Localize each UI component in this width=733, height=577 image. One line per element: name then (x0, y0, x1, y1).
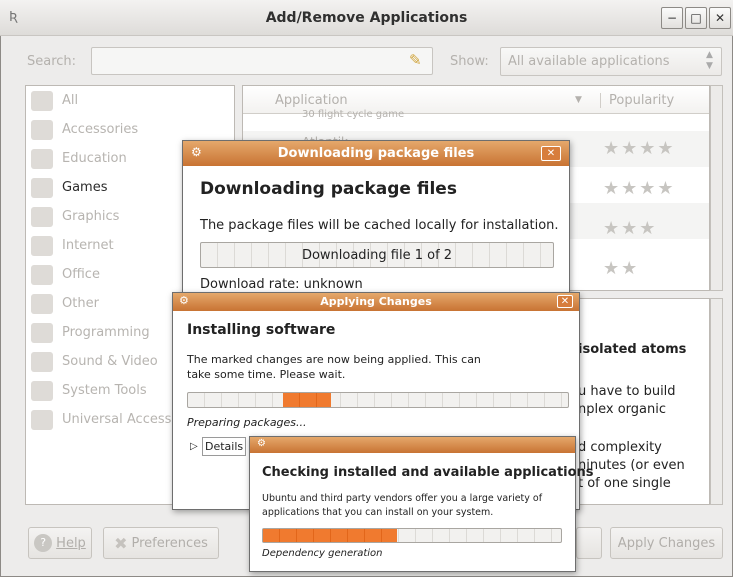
graphics-icon (31, 206, 53, 227)
sound-video-icon (31, 351, 53, 372)
games-icon (31, 177, 53, 198)
download-dialog-title: Downloading package files (277, 146, 475, 161)
category-label: Accessories (62, 122, 139, 137)
description-line: nplex organic (578, 402, 666, 417)
description-scrollbar[interactable] (710, 298, 723, 505)
category-label: Internet (62, 238, 114, 253)
category-label: Sound & Video (62, 354, 158, 369)
programming-icon (31, 322, 53, 343)
dialog-icon: ⚙ (257, 438, 266, 449)
download-message: The package files will be cached locally… (200, 218, 559, 233)
category-label: Programming (62, 325, 150, 340)
apply-progress-bar (187, 392, 569, 408)
minimize-button[interactable]: − (661, 7, 683, 29)
category-label: Other (62, 296, 99, 311)
check-heading: Checking installed and available applica… (262, 465, 594, 480)
details-label: Details (205, 440, 244, 453)
rating-stars: ★★ (603, 258, 640, 279)
apply-dialog-titlebar[interactable]: ⚙ Applying Changes ✕ (173, 293, 579, 311)
show-select[interactable]: All available applications ▲ ▼ (500, 47, 722, 76)
category-label: Office (62, 267, 100, 282)
maximize-button[interactable]: □ (685, 7, 707, 29)
apply-changes-button[interactable]: Apply Changes (610, 527, 723, 559)
sort-arrow-icon: ▼ (575, 95, 582, 105)
cancel-button-partial[interactable] (576, 527, 602, 559)
description-line: ninutes (or even (578, 458, 685, 473)
download-progress-bar: Downloading file 1 of 2 (200, 242, 554, 268)
select-arrows-icon: ▲ ▼ (706, 50, 713, 71)
category-label: All (62, 93, 79, 108)
column-popularity[interactable]: Popularity (600, 93, 674, 108)
help-button[interactable]: ? Help (28, 527, 92, 559)
system-tools-icon (31, 380, 53, 401)
universal-access-icon (31, 409, 53, 430)
help-label: Help (56, 535, 86, 551)
column-application[interactable]: Application (275, 93, 348, 108)
category-item[interactable]: All (31, 86, 211, 115)
help-icon: ? (34, 534, 53, 552)
other-icon (31, 293, 53, 314)
close-button[interactable]: ✕ (709, 7, 731, 29)
internet-icon (31, 235, 53, 256)
download-dialog-titlebar[interactable]: ⚙ Downloading package files ✕ (183, 141, 569, 166)
apply-close-button[interactable]: ✕ (557, 295, 573, 308)
category-label: System Tools (62, 383, 147, 398)
apply-message-line: The marked changes are now being applied… (187, 353, 481, 366)
category-label: Universal Access (62, 412, 172, 427)
preferences-label: Preferences (131, 535, 208, 551)
check-dialog: ⚙ Checking installed and available appli… (249, 436, 594, 572)
apply-heading: Installing software (187, 322, 336, 338)
description-line: u have to build (578, 384, 676, 399)
preferences-button[interactable]: ✖ Preferences (103, 527, 219, 559)
apply-dialog-title: Applying Changes (320, 295, 432, 308)
table-scrollbar[interactable] (710, 85, 723, 291)
show-label: Show: (450, 54, 489, 69)
expander-arrow-icon[interactable]: ▷ (190, 441, 198, 452)
rating-stars: ★★★★ (603, 138, 676, 159)
check-message-line: applications that you can install on you… (262, 507, 494, 518)
category-label: Games (62, 180, 108, 195)
office-icon (31, 264, 53, 285)
window-title: Add/Remove Applications (265, 10, 468, 26)
category-label: Graphics (62, 209, 120, 224)
check-progress-bar (262, 528, 562, 543)
description-line: d complexity (578, 440, 662, 455)
apply-progress-pulse (283, 393, 331, 407)
apply-message-line: take some time. Please wait. (187, 368, 346, 381)
all-icon (31, 90, 53, 111)
table-row-name: 30 flight cycle game (302, 109, 405, 120)
preferences-icon: ✖ (114, 533, 128, 553)
check-status: Dependency generation (262, 548, 383, 559)
download-close-button[interactable]: ✕ (541, 146, 561, 161)
accessories-icon (31, 119, 53, 140)
check-dialog-titlebar[interactable]: ⚙ (250, 437, 575, 453)
download-heading: Downloading package files (200, 179, 457, 199)
download-dialog: ⚙ Downloading package files ✕ Downloadin… (182, 140, 570, 298)
check-progress-fill (263, 529, 397, 542)
apply-changes-label: Apply Changes (617, 535, 716, 551)
description-heading: isolated atoms (578, 342, 687, 357)
clear-search-icon[interactable]: ✎ (409, 51, 422, 69)
search-input[interactable]: ✎ (91, 47, 433, 75)
apply-status: Preparing packages... (187, 416, 307, 429)
rating-stars: ★★★★ (603, 178, 676, 199)
download-rate: Download rate: unknown (200, 277, 363, 292)
show-select-value: All available applications (508, 54, 670, 69)
check-message-line: Ubuntu and third party vendors offer you… (262, 493, 543, 504)
rating-stars: ★★★ (603, 218, 658, 239)
search-label: Search: (27, 54, 77, 69)
education-icon (31, 148, 53, 169)
download-progress-text: Downloading file 1 of 2 (301, 248, 453, 263)
category-label: Education (62, 151, 127, 166)
details-expander[interactable]: Details (202, 437, 247, 456)
title-bar[interactable]: Ʀ Add/Remove Applications − □ ✕ (0, 0, 733, 36)
